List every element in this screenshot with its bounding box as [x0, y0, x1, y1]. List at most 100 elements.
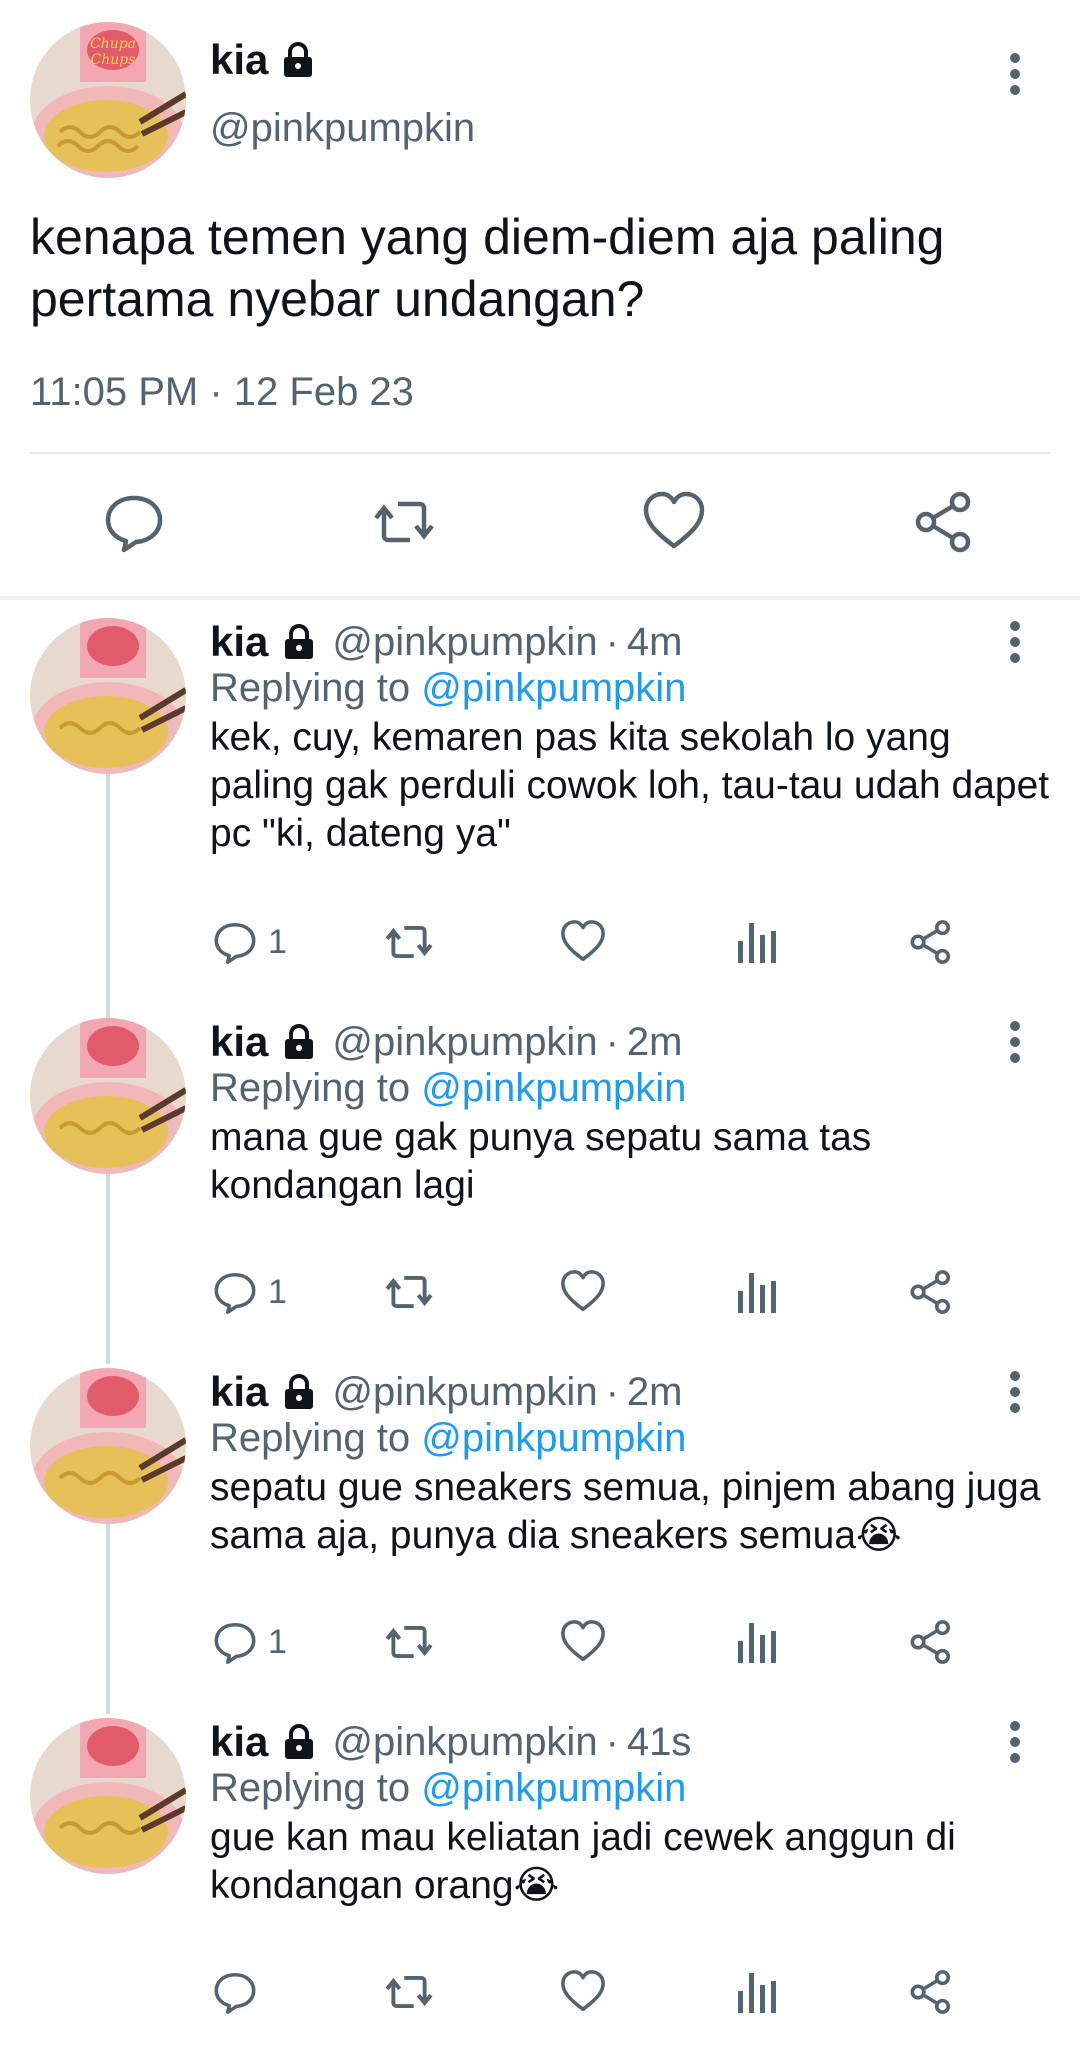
reply-author-name[interactable]: kia: [210, 1368, 268, 1416]
reply-avatar[interactable]: [30, 1368, 186, 1524]
separator-dot: ·: [605, 1369, 619, 1414]
more-options-icon[interactable]: [1000, 1712, 1030, 1772]
thread-line: [106, 774, 110, 1020]
replying-to-label: Replying to: [210, 1416, 411, 1460]
like-button[interactable]: [560, 916, 606, 968]
reply-avatar[interactable]: [30, 1718, 186, 1874]
reply-icon: [214, 1622, 256, 1664]
like-icon: [561, 1270, 605, 1312]
replying-to-mention[interactable]: @pinkpumpkin: [421, 1066, 686, 1110]
reply-action-bar: 1: [0, 1266, 1080, 1326]
share-button[interactable]: [908, 1616, 954, 1668]
reply-count: 1: [268, 1622, 287, 1661]
divider: [30, 452, 1050, 454]
replying-to-label: Replying to: [210, 1066, 411, 1110]
main-tweet-timestamp[interactable]: 11:05 PM · 12 Feb 23: [30, 370, 414, 415]
like-button[interactable]: [560, 1266, 606, 1318]
lock-icon: [285, 1724, 314, 1759]
reply-icon: [214, 922, 256, 964]
main-author[interactable]: kia: [210, 36, 316, 84]
svg-text:Chups: Chups: [91, 52, 136, 68]
main-action-bar: [0, 490, 1080, 560]
reply-icon: [214, 1272, 256, 1314]
svg-text:Chupa: Chupa: [90, 36, 136, 52]
more-options-icon[interactable]: [1000, 1362, 1030, 1422]
main-tweet-text: kenapa temen yang diem-diem aja paling p…: [30, 209, 945, 327]
reply-header: kia @pinkpumpkin · 2m: [210, 1368, 682, 1416]
replying-to: Replying to @pinkpumpkin: [210, 1766, 686, 1811]
retweet-button[interactable]: [384, 916, 434, 968]
main-author-name: kia: [210, 36, 269, 83]
main-author-handle[interactable]: @pinkpumpkin: [210, 106, 475, 151]
retweet-button[interactable]: [384, 1616, 434, 1668]
reply-action-bar: 1: [0, 916, 1080, 976]
analytics-button[interactable]: [736, 1616, 778, 1668]
reply-icon[interactable]: [102, 490, 166, 554]
retweet-button[interactable]: [384, 1266, 434, 1318]
reply-author-handle[interactable]: @pinkpumpkin: [332, 1020, 597, 1065]
reply-avatar[interactable]: [30, 618, 186, 774]
replying-to: Replying to @pinkpumpkin: [210, 666, 686, 711]
like-button[interactable]: [560, 1966, 606, 2018]
share-icon: [910, 1620, 951, 1664]
retweet-icon: [385, 925, 433, 959]
reply-time[interactable]: 2m: [627, 1020, 683, 1065]
analytics-icon: [738, 1973, 776, 2013]
analytics-button[interactable]: [736, 1266, 778, 1318]
more-options-icon[interactable]: [1000, 1012, 1030, 1072]
replying-to-mention[interactable]: @pinkpumpkin: [421, 666, 686, 710]
like-icon: [561, 920, 605, 962]
like-button[interactable]: [560, 1616, 606, 1668]
reply-avatar[interactable]: [30, 1018, 186, 1174]
separator-dot: ·: [605, 1719, 619, 1764]
analytics-icon: [738, 1273, 776, 1313]
reply-button[interactable]: 1: [212, 1266, 287, 1318]
section-divider: [0, 596, 1080, 600]
replying-to-label: Replying to: [210, 1766, 411, 1810]
retweet-icon: [385, 1975, 433, 2009]
reply-button[interactable]: 1: [212, 1616, 287, 1668]
reply-author-handle[interactable]: @pinkpumpkin: [332, 1370, 597, 1415]
retweet-icon[interactable]: [372, 490, 436, 554]
more-options-icon[interactable]: [1000, 44, 1030, 104]
reply-header: kia @pinkpumpkin · 4m: [210, 618, 682, 666]
reply-author-name[interactable]: kia: [210, 1018, 268, 1066]
reply-text: sepatu gue sneakers semua, pinjem abang …: [210, 1466, 1041, 1557]
reply-author-handle[interactable]: @pinkpumpkin: [332, 620, 597, 665]
like-icon[interactable]: [642, 490, 706, 554]
replying-to-mention[interactable]: @pinkpumpkin: [421, 1766, 686, 1810]
reply-header: kia @pinkpumpkin · 2m: [210, 1018, 682, 1066]
more-options-icon[interactable]: [1000, 612, 1030, 672]
separator-dot: ·: [605, 619, 619, 664]
share-icon[interactable]: [912, 490, 976, 554]
analytics-button[interactable]: [736, 916, 778, 968]
reply-author-name[interactable]: kia: [210, 1718, 268, 1766]
reply-button[interactable]: 1: [212, 916, 287, 968]
share-button[interactable]: [908, 1266, 954, 1318]
reply-author-name[interactable]: kia: [210, 618, 268, 666]
retweet-button[interactable]: [384, 1966, 434, 2018]
reply-button[interactable]: [212, 1966, 268, 2018]
lock-icon: [284, 42, 313, 77]
share-button[interactable]: [908, 1966, 954, 2018]
analytics-icon: [738, 923, 776, 963]
lock-icon: [285, 1024, 314, 1059]
reply-time[interactable]: 41s: [627, 1720, 692, 1765]
reply-icon: [214, 1972, 256, 2014]
analytics-button[interactable]: [736, 1966, 778, 2018]
replying-to-mention[interactable]: @pinkpumpkin: [421, 1416, 686, 1460]
reply-time[interactable]: 2m: [627, 1370, 683, 1415]
share-icon: [910, 1270, 951, 1314]
reply-time[interactable]: 4m: [627, 620, 683, 665]
reply-text: gue kan mau keliatan jadi cewek anggun d…: [210, 1816, 956, 1907]
lock-icon: [285, 1374, 314, 1409]
replying-to: Replying to @pinkpumpkin: [210, 1066, 686, 1111]
like-icon: [561, 1970, 605, 2012]
analytics-icon: [738, 1623, 776, 1663]
main-avatar[interactable]: Chupa Chups: [30, 22, 186, 178]
share-icon: [910, 920, 951, 964]
reply-author-handle[interactable]: @pinkpumpkin: [332, 1720, 597, 1765]
share-button[interactable]: [908, 916, 954, 968]
reply-action-bar: [0, 1966, 1080, 2026]
retweet-icon: [385, 1625, 433, 1659]
